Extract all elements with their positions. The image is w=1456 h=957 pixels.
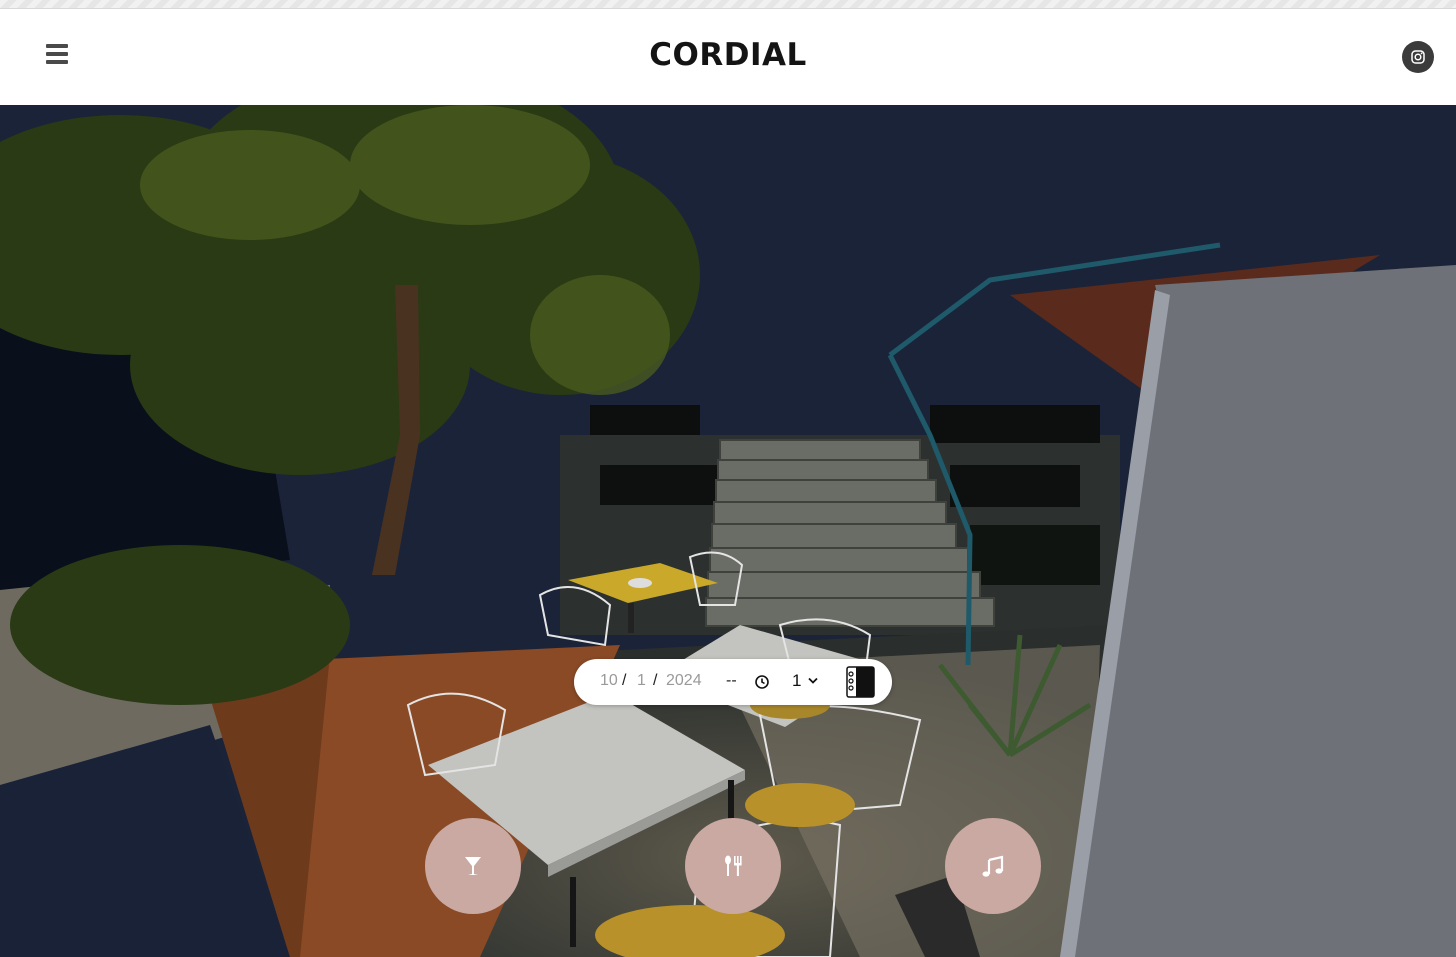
chevron-down-icon[interactable] <box>808 677 818 685</box>
party-size-select[interactable]: 1 <box>792 671 801 691</box>
drinks-button[interactable] <box>425 818 521 914</box>
time-input[interactable]: -- <box>726 672 737 690</box>
brand-logo[interactable]: CORDIAL <box>0 37 1456 73</box>
reservation-bar: 10 / 1 / 2024 -- 1 <box>574 659 892 705</box>
clock-icon[interactable] <box>754 674 770 690</box>
cocktail-glass-icon <box>465 857 481 875</box>
date-separator: / <box>653 672 658 689</box>
instagram-icon[interactable] <box>1402 41 1434 73</box>
date-day[interactable]: 1 <box>637 672 646 690</box>
date-separator: / <box>622 672 627 689</box>
browser-top-strip <box>0 0 1456 9</box>
music-note-icon <box>982 855 1004 877</box>
food-button[interactable] <box>685 818 781 914</box>
fork-knife-icon <box>725 855 742 876</box>
date-year[interactable]: 2024 <box>666 672 702 690</box>
music-button[interactable] <box>945 818 1041 914</box>
date-month[interactable]: 10 <box>600 672 618 690</box>
reservation-book-icon[interactable] <box>846 666 876 698</box>
site-header: CORDIAL <box>0 9 1456 105</box>
